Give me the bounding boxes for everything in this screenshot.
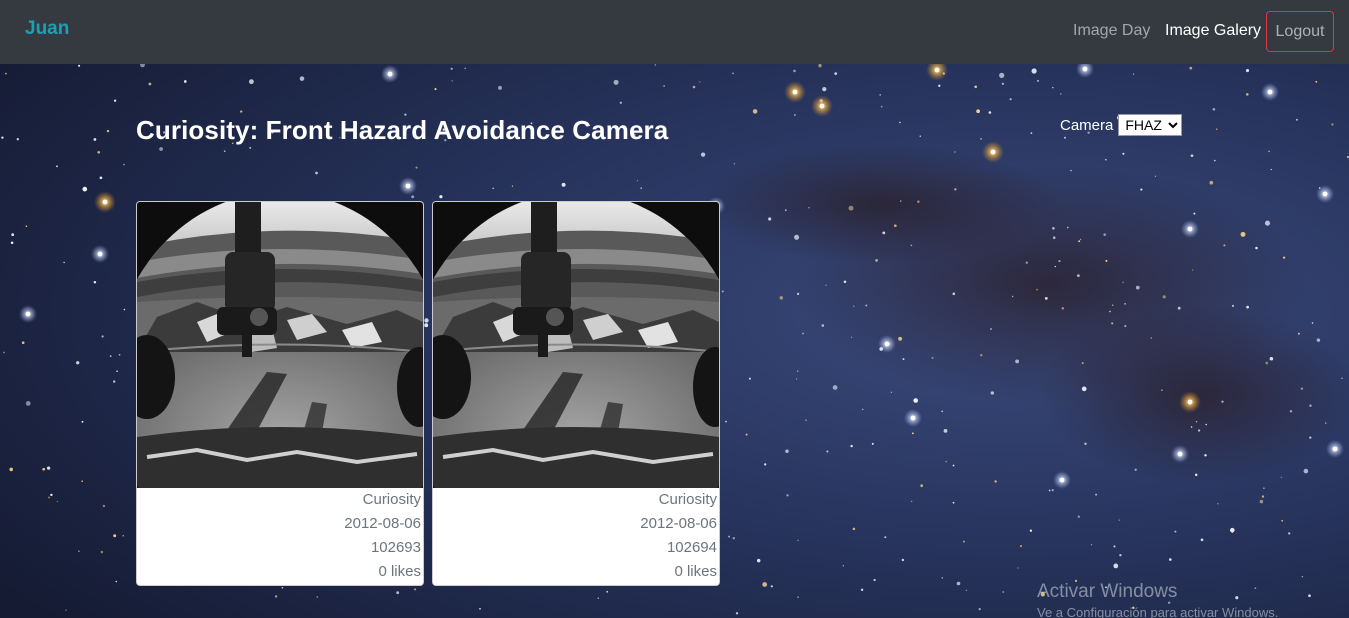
card-body: Curiosity 2012-08-06 102693 0 likes <box>137 488 423 584</box>
photo-card[interactable]: Curiosity 2012-08-06 102693 0 likes <box>136 201 424 586</box>
card-likes[interactable]: 0 likes <box>433 560 717 584</box>
page-title: Curiosity: Front Hazard Avoidance Camera <box>136 115 669 145</box>
card-date: 2012-08-06 <box>344 515 421 532</box>
card-date: 2012-08-06 <box>640 515 717 532</box>
card-id: 102694 <box>666 539 717 556</box>
logout-button[interactable]: Logout <box>1266 11 1334 52</box>
nav-image-day[interactable]: Image Day <box>1073 22 1150 40</box>
photo-card[interactable]: Curiosity 2012-08-06 102694 0 likes <box>432 201 720 586</box>
card-rover: Curiosity <box>362 491 421 508</box>
rover-photo <box>137 202 423 488</box>
navbar: Juan Image Day Image Galery Logout <box>0 0 1349 64</box>
windows-activation-watermark: Activar Windows Ve a Configuración para … <box>1037 581 1278 618</box>
card-body: Curiosity 2012-08-06 102694 0 likes <box>433 488 719 584</box>
watermark-title: Activar Windows <box>1037 581 1178 602</box>
camera-control: Camera FHAZ <box>1060 114 1183 136</box>
rover-photo <box>433 202 719 488</box>
card-rover: Curiosity <box>658 491 717 508</box>
watermark-subtitle: Ve a Configuración para activar Windows. <box>1037 605 1279 618</box>
brand-link[interactable]: Juan <box>25 18 69 40</box>
camera-select[interactable]: FHAZ <box>1118 114 1183 136</box>
card-id: 102693 <box>370 539 421 556</box>
camera-label: Camera <box>1060 116 1114 134</box>
nav-image-galery[interactable]: Image Galery <box>1165 22 1261 40</box>
card-likes[interactable]: 0 likes <box>137 560 421 584</box>
